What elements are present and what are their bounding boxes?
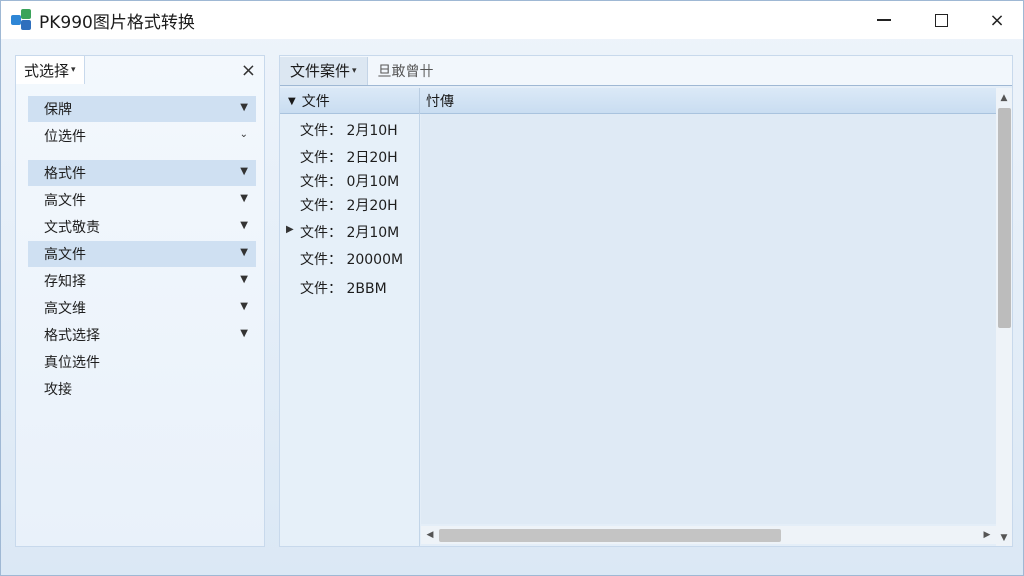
column-header-file[interactable]: ▼ 文件 [280,88,420,114]
vertical-scrollbar[interactable]: ▲ ▼ [996,88,1012,546]
title-bar: PK990图片格式转换 × [1,1,1023,39]
tree-item[interactable]: 文件： 20000M [300,249,403,269]
list-item-label: 位选件 [44,129,86,145]
list-item-label: 高文件 [44,193,86,209]
scroll-right-icon[interactable]: ▶ [980,526,994,544]
format-select-panel: 式选择 ▾ × 保牌 ▼ 位选件 ⌄ 格式件 ▼ 高文件 ▼ 文式敬责 ▼ 高文… [15,55,265,547]
collapse-triangle-icon: ▼ [288,95,296,107]
caret-down-icon: ▾ [71,65,76,75]
property-content-area [421,114,996,524]
scrollbar-thumb[interactable] [998,108,1011,328]
tree-item-label: 文件： 0月10M [300,174,400,190]
tree-item-label: 文件： 2日20H [300,150,398,166]
window-title: PK990图片格式转换 [39,12,195,33]
list-item[interactable]: 位选件 ⌄ [28,123,256,149]
tree-item[interactable]: 文件： 2日20H [300,147,398,167]
divider [28,150,256,160]
list-item-label: 格式件 [44,166,86,182]
minimize-button[interactable] [861,1,907,39]
tree-item-label: 文件： 2BBM [300,281,387,297]
minimize-icon [877,19,891,21]
horizontal-scrollbar[interactable]: ◀ ▶ [421,526,996,544]
list-item[interactable]: 保牌 ▼ [28,96,256,122]
file-toolbar: 文件案件 ▾ 旦敢曾卄 [280,56,1012,86]
chevron-down-icon: ▼ [240,193,248,204]
list-item-label: 真位选件 [44,355,100,371]
chevron-down-icon: ▼ [240,102,248,113]
tree-item[interactable]: 文件： 2月10H [300,120,398,140]
column-header-file-label: 文件 [301,94,330,110]
chevron-down-icon: ▼ [240,274,248,285]
list-item-label: 文式敬责 [44,220,100,236]
toolbar-label: 旦敢曾卄 [377,63,434,80]
tree-item-label: 文件： 2月10H [300,123,398,139]
file-tree: 文件： 2月10H 文件： 2日20H 文件： 0月10M 文件： 2月20H … [280,114,420,546]
caret-down-icon: ▾ [352,65,357,76]
format-select-tab[interactable]: 式选择 ▾ [16,56,85,84]
list-item[interactable]: 存知择 ▼ [28,268,256,294]
scrollbar-thumb[interactable] [439,529,781,542]
app-window: PK990图片格式转换 × 式选择 ▾ × 保牌 ▼ 位选件 ⌄ 格式件 ▼ 高… [0,0,1024,576]
list-item-label: 攻接 [44,382,72,398]
list-item[interactable]: 格式件 ▼ [28,160,256,186]
maximize-icon [934,13,948,27]
list-item[interactable]: 格式选择 ▼ [28,322,256,348]
list-item[interactable]: 真位选件 [28,349,256,375]
column-header-property[interactable]: 忖傳 [426,88,454,114]
tree-item[interactable]: 文件： 2BBM [300,278,387,298]
column-header-row: ▼ 文件 忖傳 [280,88,996,114]
scroll-up-icon[interactable]: ▲ [996,90,1012,106]
left-panel-header: 式选择 ▾ × [16,56,264,84]
format-option-list: 保牌 ▼ 位选件 ⌄ 格式件 ▼ 高文件 ▼ 文式敬责 ▼ 高文件 ▼ 存知择 … [28,96,256,403]
list-item[interactable]: 文式敬责 ▼ [28,214,256,240]
maximize-button[interactable] [918,1,964,39]
expand-triangle-icon[interactable]: ▶ [286,224,294,235]
list-item-label: 格式选择 [44,328,100,344]
tree-item-label: 文件： 20000M [300,252,404,268]
app-logo-icon [11,9,33,31]
chevron-down-icon: ⌄ [239,129,248,140]
list-item[interactable]: 攻接 [28,376,256,402]
format-select-tab-label: 式选择 [24,61,70,80]
file-case-tab-label: 文件案件 [290,62,351,80]
tree-item[interactable]: 文件： 2月20H [300,195,398,215]
list-item-label: 存知择 [44,274,86,290]
tree-item[interactable]: ▶ 文件： 2月10M [286,222,400,242]
tree-item[interactable]: 文件： 0月10M [300,171,399,191]
chevron-down-icon: ▼ [240,220,248,231]
tree-item-label: 文件： 2月20H [300,198,398,214]
panel-close-button[interactable]: × [241,60,256,81]
chevron-down-icon: ▼ [240,166,248,177]
scroll-down-icon[interactable]: ▼ [996,530,1012,546]
close-icon: × [989,9,1005,31]
close-window-button[interactable]: × [974,1,1020,39]
list-item-label: 高文件 [44,247,86,263]
list-item[interactable]: 高文件 ▼ [28,187,256,213]
list-item[interactable]: 高文件 ▼ [28,241,256,267]
file-browser-panel: 文件案件 ▾ 旦敢曾卄 ▼ 文件 忖傳 文件： 2月10H 文件： 2日20H … [279,55,1013,547]
list-item[interactable]: 高文维 ▼ [28,295,256,321]
chevron-down-icon: ▼ [240,328,248,339]
chevron-down-icon: ▼ [240,301,248,312]
list-item-label: 保牌 [44,102,72,118]
tree-item-label: 文件： 2月10M [300,225,400,241]
list-item-label: 高文维 [44,301,86,317]
file-case-tab[interactable]: 文件案件 ▾ [280,56,368,85]
scroll-left-icon[interactable]: ◀ [423,526,437,544]
chevron-down-icon: ▼ [240,247,248,258]
column-header-property-label: 忖傳 [426,94,454,110]
